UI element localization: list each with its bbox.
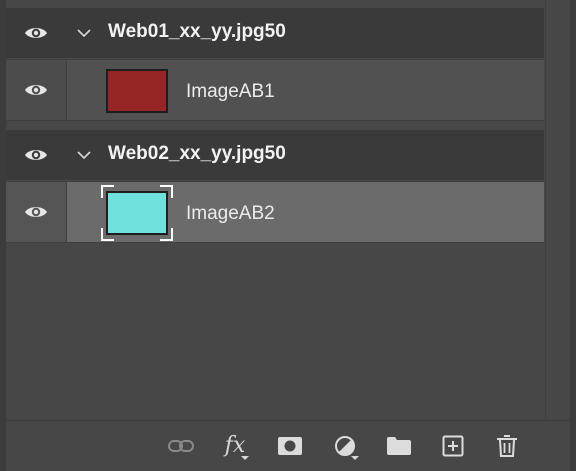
adjustment-layer-button[interactable]: [330, 431, 360, 461]
eye-icon[interactable]: [24, 25, 48, 41]
add-mask-button[interactable]: [275, 431, 305, 461]
folder-icon: [387, 437, 411, 455]
link-icon: [168, 440, 194, 452]
layers-footer-toolbar: fx: [6, 420, 570, 471]
fx-icon: fx: [224, 433, 246, 458]
layer-style-button[interactable]: fx: [220, 431, 250, 461]
layer-name[interactable]: ImageAB1: [186, 81, 275, 103]
new-layer-button[interactable]: [438, 431, 468, 461]
chevron-down-icon[interactable]: [76, 25, 92, 41]
delete-layer-button[interactable]: [492, 431, 522, 461]
eye-icon[interactable]: [24, 82, 48, 98]
dropdown-triangle-icon: [241, 456, 249, 460]
group-name: Web01_xx_yy.jpg50: [108, 21, 286, 42]
eye-icon[interactable]: [24, 147, 48, 163]
visibility-toggle[interactable]: [6, 182, 67, 242]
dropdown-triangle-icon: [351, 456, 359, 460]
panel-right-edge: [570, 0, 576, 470]
new-layer-icon: [442, 435, 464, 457]
layer-row[interactable]: ImageAB1: [6, 59, 544, 121]
chevron-down-icon[interactable]: [76, 147, 92, 163]
adjustment-layer-icon: [335, 436, 355, 456]
visibility-toggle[interactable]: [6, 60, 67, 120]
group-name: Web02_xx_yy.jpg50: [108, 143, 286, 164]
trash-icon: [497, 435, 517, 457]
link-layers-button[interactable]: [166, 431, 196, 461]
layer-thumbnail[interactable]: [106, 191, 168, 235]
layer-group-row[interactable]: Web02_xx_yy.jpg50: [6, 130, 544, 180]
layer-row-selected[interactable]: ImageAB2: [6, 181, 544, 243]
layer-thumbnail[interactable]: [106, 69, 168, 113]
panel-top-strip: [6, 0, 545, 8]
visibility-toggle[interactable]: [6, 8, 66, 58]
layers-panel: Web01_xx_yy.jpg50 ImageAB1 Web02_xx_yy.j…: [0, 0, 576, 471]
visibility-toggle[interactable]: [6, 130, 66, 180]
layer-name[interactable]: ImageAB2: [186, 203, 275, 225]
layer-mask-icon: [278, 437, 302, 455]
layer-group-row[interactable]: Web01_xx_yy.jpg50: [6, 8, 544, 58]
layers-empty-area: [6, 252, 545, 420]
new-group-button[interactable]: [384, 431, 414, 461]
eye-icon[interactable]: [24, 204, 48, 220]
